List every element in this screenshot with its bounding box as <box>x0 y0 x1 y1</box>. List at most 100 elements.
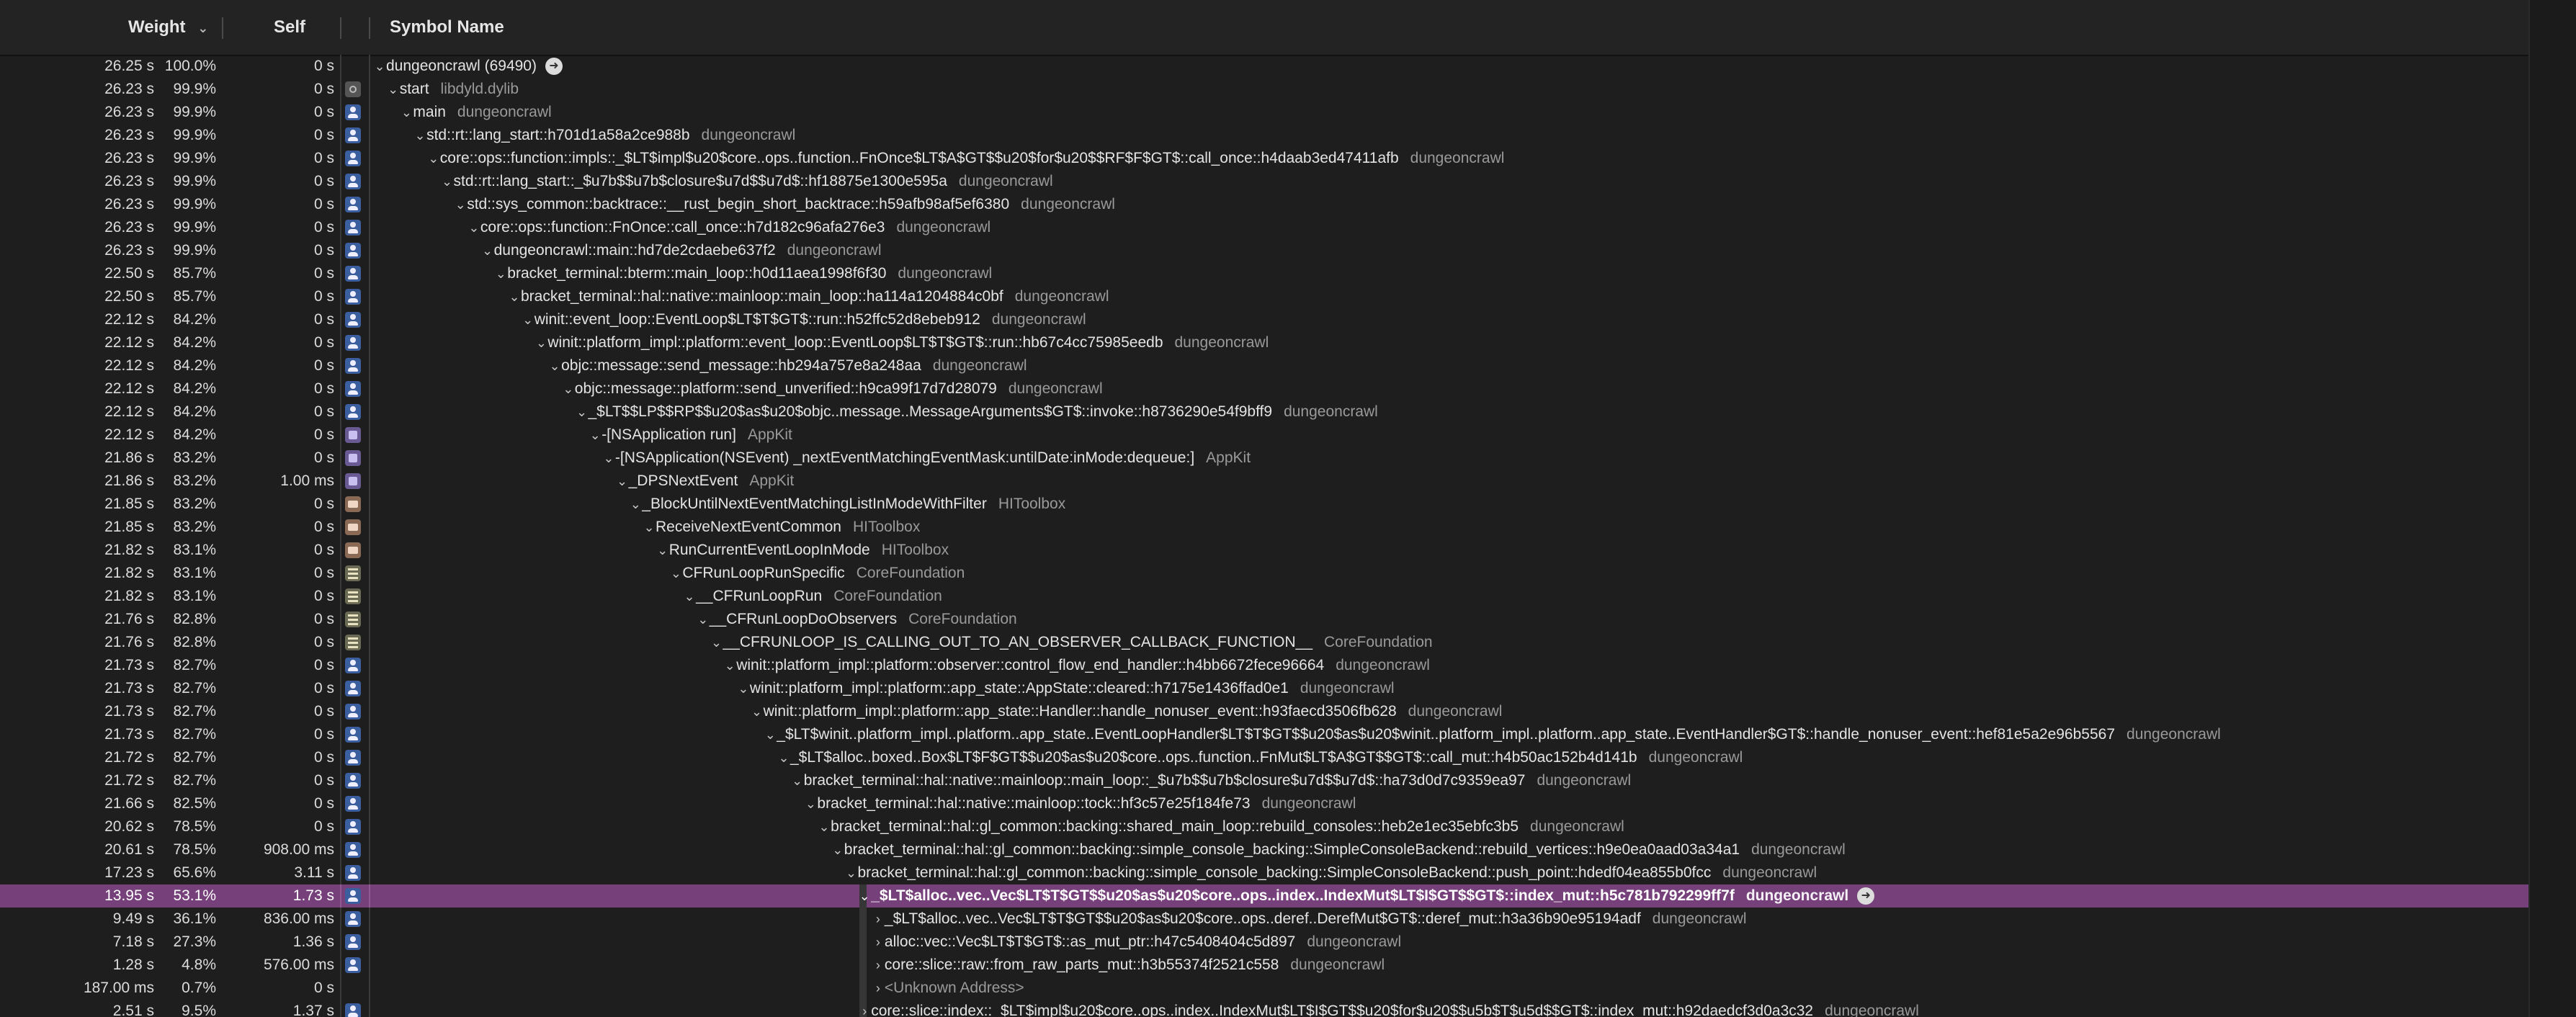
chevron-down-icon[interactable]: ⌄ <box>643 516 656 539</box>
chevron-down-icon[interactable]: ⌄ <box>400 101 413 124</box>
table-row[interactable]: 20.61 s 78.5% 908.00 ms ⌄bracket_terminal::… <box>0 838 2528 861</box>
chevron-down-icon[interactable]: ⌄ <box>845 861 858 884</box>
chevron-down-icon[interactable]: ⌄ <box>468 216 480 239</box>
table-row[interactable]: 21.73 s 82.7% 0 s ⌄winit::platform_impl::pl… <box>0 654 2528 677</box>
table-row-selected[interactable]: 13.95 s 53.1% 1.73 s ⌄_$LT$alloc..vec..Vec$… <box>0 884 2528 908</box>
self-weight-value: 0 s <box>313 58 334 74</box>
chevron-down-icon[interactable]: ⌄ <box>522 308 535 331</box>
chevron-down-icon[interactable]: ⌄ <box>413 124 426 147</box>
self-weight-value: 0 s <box>313 265 334 282</box>
table-row[interactable]: 26.23 s 99.9% 0 s ⌄std::rt::lang_start::_$u… <box>0 170 2528 193</box>
chevron-down-icon[interactable]: ⌄ <box>818 815 831 838</box>
table-row[interactable]: 22.12 s 84.2% 0 s ⌄-[NSApplication run] AppK… <box>0 424 2528 447</box>
self-column-header[interactable]: Self <box>274 0 305 55</box>
table-row[interactable]: 21.82 s 83.1% 0 s ⌄__CFRunLoopRun CoreFounda… <box>0 585 2528 608</box>
column-divider <box>340 608 341 631</box>
table-row[interactable]: 22.50 s 85.7% 0 s ⌄bracket_terminal::bterm:… <box>0 262 2528 285</box>
chevron-down-icon[interactable]: ⌄ <box>751 700 764 723</box>
table-row[interactable]: 26.23 s 99.9% 0 s ⌄main dungeoncrawl <box>0 101 2528 124</box>
table-row[interactable]: 1.28 s 4.8% 576.00 ms › core::slice::raw::fr… <box>0 954 2528 977</box>
table-row[interactable]: 26.23 s 99.9% 0 s ⌄core::ops::function::FnO… <box>0 216 2528 239</box>
table-row[interactable]: 17.23 s 65.6% 3.11 s ⌄bracket_terminal::hal… <box>0 861 2528 884</box>
table-row[interactable]: 26.25 s 100.0% 0 s ⌄dungeoncrawl (69490) ➜ <box>0 55 2528 78</box>
table-row[interactable]: 7.18 s 27.3% 1.36 s › alloc::vec::Vec$LT$T$G… <box>0 931 2528 954</box>
chevron-down-icon[interactable]: ⌄ <box>697 608 710 631</box>
column-divider[interactable] <box>340 17 341 39</box>
table-row[interactable]: 21.66 s 82.5% 0 s ⌄bracket_terminal::hal::n… <box>0 792 2528 815</box>
chevron-down-icon[interactable]: ⌄ <box>576 400 589 424</box>
column-divider[interactable] <box>369 17 370 39</box>
chevron-down-icon[interactable]: ⌄ <box>737 677 750 700</box>
column-divider <box>340 308 341 331</box>
chevron-right-icon[interactable]: › <box>872 908 885 931</box>
table-row[interactable]: 21.73 s 82.7% 0 s ⌄winit::platform_impl::pl… <box>0 700 2528 723</box>
table-row[interactable]: 9.49 s 36.1% 836.00 ms › _$LT$alloc..vec..Ve… <box>0 908 2528 931</box>
chevron-down-icon[interactable]: ⌄ <box>804 792 817 815</box>
table-row[interactable]: 22.12 s 84.2% 0 s ⌄objc::message::platform:… <box>0 377 2528 400</box>
table-row[interactable]: 21.76 s 82.8% 0 s ⌄__CFRUNLOOP_IS_CALLING_O… <box>0 631 2528 654</box>
table-row[interactable]: 26.23 s 99.9% 0 s ⌄std::rt::lang_start::h70… <box>0 124 2528 147</box>
table-row[interactable]: 21.82 s 83.1% 0 s ⌄CFRunLoopRunSpecific Core… <box>0 562 2528 585</box>
table-row[interactable]: 22.50 s 85.7% 0 s ⌄bracket_terminal::hal::n… <box>0 285 2528 308</box>
table-row[interactable]: 21.76 s 82.8% 0 s ⌄__CFRunLoopDoObservers Co… <box>0 608 2528 631</box>
chevron-down-icon[interactable]: ⌄ <box>535 331 547 354</box>
chevron-right-icon[interactable]: › <box>872 954 885 977</box>
chevron-down-icon[interactable]: ⌄ <box>831 838 844 861</box>
chevron-down-icon[interactable]: ⌄ <box>723 654 736 677</box>
table-row[interactable]: 21.72 s 82.7% 0 s ⌄bracket_terminal::hal::n… <box>0 769 2528 792</box>
chevron-down-icon[interactable]: ⌄ <box>481 239 494 262</box>
column-divider <box>340 470 341 493</box>
weight-column-header[interactable]: Weight ⌄ <box>128 0 208 55</box>
chevron-down-icon[interactable]: ⌄ <box>441 170 454 193</box>
chevron-down-icon[interactable]: ⌄ <box>616 470 629 493</box>
table-row[interactable]: 20.62 s 78.5% 0 s ⌄bracket_terminal::hal::g… <box>0 815 2528 838</box>
table-row[interactable]: 21.82 s 83.1% 0 s ⌄RunCurrentEventLoopInMod… <box>0 539 2528 562</box>
chevron-down-icon[interactable]: ⌄ <box>669 562 682 585</box>
chevron-right-icon[interactable]: › <box>872 977 885 1000</box>
chevron-down-icon[interactable]: ⌄ <box>508 285 521 308</box>
table-row[interactable]: 187.00 ms 0.7% 0 s › <Unknown Address> <box>0 977 2528 1000</box>
chevron-down-icon[interactable]: ⌄ <box>494 262 507 285</box>
chevron-down-icon[interactable]: ⌄ <box>777 746 790 769</box>
go-to-source-icon[interactable]: ➜ <box>1857 887 1875 905</box>
chevron-down-icon[interactable]: ⌄ <box>791 769 804 792</box>
chevron-down-icon[interactable]: ⌄ <box>589 424 601 447</box>
go-to-source-icon[interactable]: ➜ <box>545 58 563 76</box>
table-row[interactable]: 21.86 s 83.2% 0 s ⌄-[NSApplication(NSEvent)… <box>0 447 2528 470</box>
column-divider <box>340 424 341 447</box>
table-row[interactable]: 26.23 s 99.9% 0 s ⌄start libdyld.dylib <box>0 78 2528 101</box>
chevron-down-icon[interactable]: ⌄ <box>629 493 642 516</box>
chevron-down-icon[interactable]: ⌄ <box>562 377 575 400</box>
column-divider[interactable] <box>222 17 223 39</box>
chevron-down-icon[interactable]: ⌄ <box>602 447 615 470</box>
symbol-cell: ⌄bracket_terminal::hal::native::mainloop… <box>508 285 1109 308</box>
table-row[interactable]: 22.12 s 84.2% 0 s ⌄winit::platform_impl::pl… <box>0 331 2528 354</box>
chevron-down-icon[interactable]: ⌄ <box>858 884 871 908</box>
symbol-column-header[interactable]: Symbol Name <box>390 0 504 55</box>
chevron-right-icon[interactable]: › <box>872 931 885 954</box>
table-row[interactable]: 21.86 s 83.2% 1.00 ms ⌄_DPSNextEvent AppKit <box>0 470 2528 493</box>
chevron-down-icon[interactable]: ⌄ <box>710 631 723 654</box>
table-row[interactable]: 22.12 s 84.2% 0 s ⌄winit::event_loop::Event… <box>0 308 2528 331</box>
table-row[interactable]: 21.73 s 82.7% 0 s ⌄winit::platform_impl::pl… <box>0 677 2528 700</box>
table-row[interactable]: 21.72 s 82.7% 0 s ⌄_$LT$alloc..boxed..Box$L… <box>0 746 2528 769</box>
table-row[interactable]: 21.85 s 83.2% 0 s ⌄ReceiveNextEventCommon HI… <box>0 516 2528 539</box>
table-row[interactable]: 22.12 s 84.2% 0 s ⌄objc::message::send_mess… <box>0 354 2528 377</box>
chevron-right-icon[interactable]: › <box>858 1000 871 1017</box>
self-weight-value: 0 s <box>313 795 334 812</box>
chevron-down-icon[interactable]: ⌄ <box>387 78 400 101</box>
table-row[interactable]: 26.23 s 99.9% 0 s ⌄dungeoncrawl::main::hd7d… <box>0 239 2528 262</box>
chevron-down-icon[interactable]: ⌄ <box>454 193 467 216</box>
chevron-down-icon[interactable]: ⌄ <box>656 539 669 562</box>
table-row[interactable]: 26.23 s 99.9% 0 s ⌄std::sys_common::backtra… <box>0 193 2528 216</box>
chevron-down-icon[interactable]: ⌄ <box>373 55 386 78</box>
chevron-down-icon[interactable]: ⌄ <box>427 147 440 170</box>
table-row[interactable]: 21.85 s 83.2% 0 s ⌄_BlockUntilNextEventMatc… <box>0 493 2528 516</box>
chevron-down-icon[interactable]: ⌄ <box>548 354 561 377</box>
table-row[interactable]: 2.51 s 9.5% 1.37 s › core::slice::index::_$L… <box>0 1000 2528 1017</box>
chevron-down-icon[interactable]: ⌄ <box>683 585 696 608</box>
chevron-down-icon[interactable]: ⌄ <box>764 723 777 746</box>
table-row[interactable]: 21.73 s 82.7% 0 s ⌄_$LT$winit..platform_imp… <box>0 723 2528 746</box>
table-row[interactable]: 22.12 s 84.2% 0 s ⌄_$LT$$LP$$RP$$u20$as$u20… <box>0 400 2528 424</box>
table-row[interactable]: 26.23 s 99.9% 0 s ⌄core::ops::function::imp… <box>0 147 2528 170</box>
